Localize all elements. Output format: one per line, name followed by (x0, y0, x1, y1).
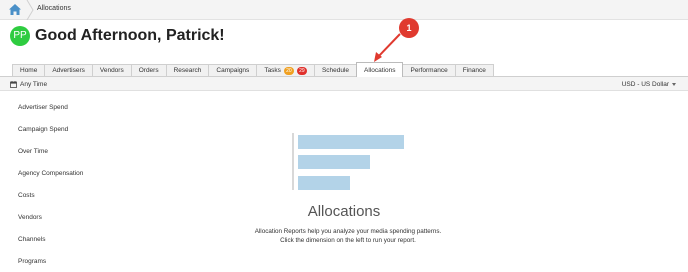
currency-select[interactable]: USD - US Dollar (622, 81, 676, 88)
tab-label: Orders (138, 67, 159, 74)
tab-label: Research (173, 67, 202, 74)
tab-campaigns[interactable]: Campaigns (208, 64, 258, 76)
top-bar: Allocations (0, 0, 688, 20)
tab-home[interactable]: Home (12, 64, 46, 76)
dimension-over-time[interactable]: Over Time (18, 148, 48, 155)
tab-bar: Home Advertisers Vendors Orders Research… (12, 62, 494, 77)
tab-label: Home (20, 67, 38, 74)
tab-research[interactable]: Research (165, 64, 210, 76)
tab-label: Finance (462, 67, 486, 74)
dimension-channels[interactable]: Channels (18, 236, 45, 243)
tab-orders[interactable]: Orders (130, 64, 167, 76)
tab-tasks[interactable]: Tasks 20 29 (256, 64, 315, 76)
tab-label: Allocations (364, 66, 396, 74)
tab-finance[interactable]: Finance (454, 64, 494, 76)
tab-allocations[interactable]: Allocations (356, 62, 404, 77)
tab-vendors[interactable]: Vendors (91, 64, 132, 76)
breadcrumb-separator-icon (26, 0, 34, 20)
filter-bar: Any Time USD - US Dollar (0, 77, 688, 91)
tab-label: Performance (410, 67, 448, 74)
breadcrumb-current: Allocations (37, 5, 71, 12)
dimension-advertiser-spend[interactable]: Advertiser Spend (18, 104, 68, 111)
page-title: Allocations (307, 203, 381, 220)
greeting-title: Good Afternoon, Patrick! (35, 27, 225, 44)
tab-label: Vendors (99, 67, 124, 74)
tab-advertisers[interactable]: Advertisers (44, 64, 93, 76)
currency-label: USD - US Dollar (621, 81, 669, 88)
bar-chart-illustration-icon (292, 133, 404, 190)
dimension-campaign-spend[interactable]: Campaign Spend (18, 126, 68, 133)
tab-label: Campaigns (216, 67, 250, 74)
tab-label: Advertisers (52, 67, 85, 74)
calendar-icon[interactable] (10, 81, 17, 88)
time-filter[interactable]: Any Time (20, 81, 47, 88)
dimension-programs[interactable]: Programs (18, 258, 46, 265)
tab-label: Schedule (321, 67, 350, 74)
dimension-agency-compensation[interactable]: Agency Compensation (18, 170, 83, 177)
page-description: Allocation Reports help you analyze your… (254, 228, 442, 244)
avatar[interactable]: PP (10, 26, 30, 46)
tab-label: Tasks (264, 67, 281, 74)
step-callout-badge: 1 (399, 18, 419, 38)
home-icon[interactable] (8, 3, 22, 16)
chevron-down-icon (672, 82, 676, 86)
dimension-costs[interactable]: Costs (18, 192, 35, 199)
tasks-overdue-badge: 29 (296, 66, 307, 75)
tab-schedule[interactable]: Schedule (313, 64, 358, 76)
tasks-count-badge: 20 (283, 66, 294, 75)
